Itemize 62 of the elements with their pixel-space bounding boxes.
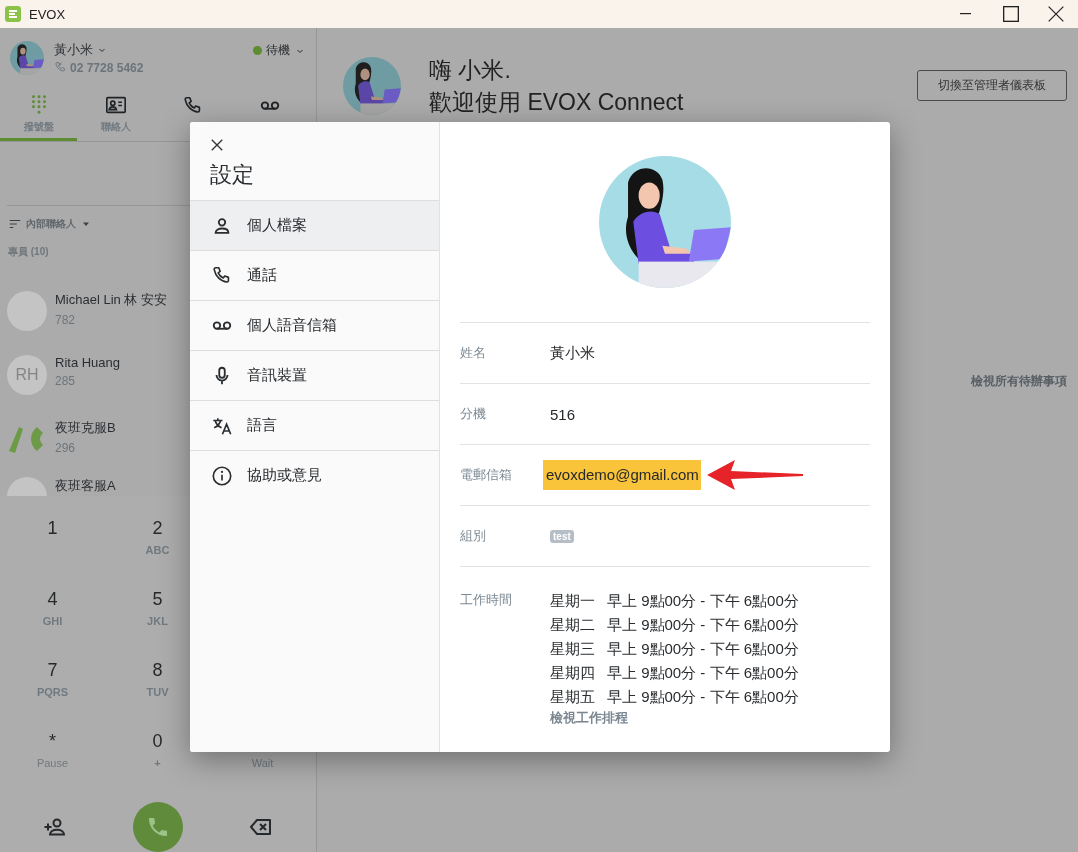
schedule-hours: 早上 9點00分 - 下午 6點00分: [607, 591, 799, 611]
switch-dashboard-button[interactable]: 切換至管理者儀表板: [917, 70, 1067, 101]
field-label: 組別: [460, 527, 487, 545]
greeting-text: 嗨 小米.: [429, 56, 512, 85]
close-icon: [1047, 6, 1064, 22]
keypad-key[interactable]: 1: [0, 518, 105, 589]
info-icon: [211, 464, 233, 487]
phone-number: 02 7728 5462: [70, 60, 144, 75]
keypad-key[interactable]: 8 TUV: [105, 660, 210, 731]
schedule-day: 星期四: [550, 661, 595, 685]
field-label: 姓名: [460, 344, 487, 362]
settings-menu-item[interactable]: 音訊裝置: [190, 350, 439, 400]
keypad-key[interactable]: 5 JKL: [105, 589, 210, 660]
keypad-key[interactable]: 2 ABC: [105, 518, 210, 589]
contact-name: 夜班克服B: [55, 418, 116, 437]
schedule-hours: 早上 9點00分 - 下午 6點00分: [607, 663, 799, 683]
status-label: 待機: [266, 42, 290, 60]
keypad-key[interactable]: 0 +: [105, 731, 210, 802]
schedule-day: 星期二: [550, 613, 595, 637]
phone-icon: [54, 61, 67, 75]
keypad-key[interactable]: * Pause: [0, 731, 105, 802]
user-name[interactable]: 黃小米: [54, 40, 93, 59]
person-illustration: [10, 40, 44, 75]
status-selector[interactable]: 待機: [253, 42, 306, 60]
field-value: 黃小米: [550, 343, 595, 363]
welcome-text: 歡迎使用 EVOX Connect: [429, 88, 685, 117]
settings-menu-item[interactable]: 個人檔案: [190, 200, 439, 250]
contact-avatar: [7, 290, 47, 331]
keypad-key[interactable]: 7 PQRS: [0, 660, 105, 731]
settings-menu-item[interactable]: 通話: [190, 250, 439, 300]
dialog-title: 設定: [210, 162, 255, 188]
contact-extension: 782: [55, 312, 77, 327]
contact-extension: 296: [55, 440, 77, 455]
maximize-icon: [1002, 6, 1019, 22]
field-value: evoxdemo@gmail.com: [543, 460, 701, 490]
view-schedule-link[interactable]: 檢視工作排程: [550, 709, 799, 727]
keypad-key[interactable]: 4 GHI: [0, 589, 105, 660]
schedule-hours: 早上 9點00分 - 下午 6點00分: [607, 639, 799, 659]
contact-name: 夜班客服A: [55, 476, 116, 495]
minimize-icon: [960, 13, 971, 15]
settings-menu-item[interactable]: 個人語音信箱: [190, 300, 439, 350]
app-logo-icon: [5, 6, 21, 22]
schedule-day: 星期一: [550, 589, 595, 613]
status-dot: [253, 46, 262, 56]
schedule-day: 星期三: [550, 637, 595, 661]
group-tag: test: [550, 529, 574, 543]
field-label: 電郵信箱: [460, 466, 513, 484]
window-title: EVOX: [29, 6, 67, 22]
field-label: 分機: [460, 405, 487, 423]
field-label: 工作時間: [460, 591, 513, 609]
contact-extension: 285: [55, 373, 77, 388]
settings-menu-item[interactable]: 語言: [190, 400, 439, 450]
schedule-day: 星期五: [550, 685, 595, 709]
contact-name: Michael Lin 林 安安: [55, 290, 167, 309]
schedule-hours: 早上 9點00分 - 下午 6點00分: [607, 615, 799, 635]
phone-icon: [146, 815, 170, 839]
group-heading: 專員 (10): [8, 244, 49, 259]
field-value: 516: [550, 405, 576, 423]
contact-name: Rita Huang: [55, 354, 121, 370]
settings-menu-item[interactable]: 協助或意見: [190, 450, 439, 500]
contact-avatar: RH: [7, 354, 47, 395]
schedule-hours: 早上 9點00分 - 下午 6點00分: [607, 687, 799, 707]
